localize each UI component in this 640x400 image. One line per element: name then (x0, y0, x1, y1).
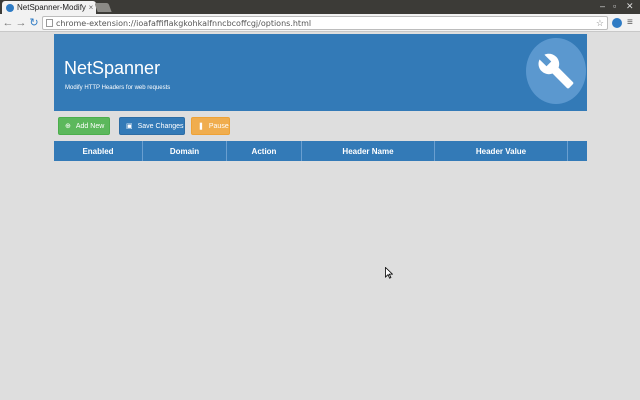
maximize-icon[interactable]: ▫ (613, 1, 616, 11)
add-new-button[interactable]: ⊕ Add New (58, 117, 110, 135)
forward-icon[interactable]: → (15, 16, 27, 30)
tab-strip: NetSpanner-Modify × – ▫ ✕ (0, 0, 640, 14)
netspanner-favicon-icon (6, 3, 14, 12)
tab-title: NetSpanner-Modify (17, 3, 86, 12)
plus-circle-icon: ⊕ (65, 123, 71, 130)
column-controls (568, 141, 587, 161)
back-icon[interactable]: ← (2, 16, 14, 30)
reload-icon[interactable]: ↻ (28, 16, 40, 30)
floppy-disk-icon: ▣ (126, 123, 133, 130)
pause-button[interactable]: ❚ Pause (191, 117, 230, 135)
pause-label: Pause (208, 122, 229, 130)
browser-tab[interactable]: NetSpanner-Modify × (2, 1, 96, 14)
browser-toolbar: ← → ↻ chrome-extension://ioafaffiflakgko… (0, 14, 640, 32)
column-action: Action (227, 141, 302, 161)
rules-table-header: Enabled Domain Action Header Name Header… (54, 141, 587, 161)
bookmark-star-icon[interactable]: ☆ (596, 18, 604, 29)
page-subtitle: Modify HTTP Headers for web requests (65, 85, 171, 91)
extension-icon[interactable] (612, 18, 622, 28)
minimize-icon[interactable]: – (600, 1, 605, 11)
page-title: NetSpanner (64, 58, 161, 78)
window-close-icon[interactable]: ✕ (626, 1, 634, 12)
column-domain: Domain (143, 141, 227, 161)
address-bar[interactable]: chrome-extension://ioafaffiflakgkohkalfn… (42, 16, 608, 30)
column-header-name: Header Name (302, 141, 435, 161)
save-changes-label: Save Changes (137, 122, 184, 130)
page-icon (46, 19, 53, 27)
add-new-label: Add New (75, 122, 105, 130)
browser-menu-icon[interactable]: ≡ (627, 17, 633, 28)
mouse-cursor-icon (385, 267, 393, 279)
new-tab-button[interactable] (94, 3, 112, 12)
url-text[interactable]: chrome-extension://ioafaffiflakgkohkalfn… (56, 19, 596, 28)
app-header: NetSpanner Modify HTTP Headers for web r… (54, 34, 587, 111)
column-header-value: Header Value (435, 141, 568, 161)
pause-icon: ❚ (198, 123, 204, 130)
save-changes-button[interactable]: ▣ Save Changes (119, 117, 185, 135)
column-enabled: Enabled (54, 141, 143, 161)
wrench-icon (526, 38, 586, 104)
